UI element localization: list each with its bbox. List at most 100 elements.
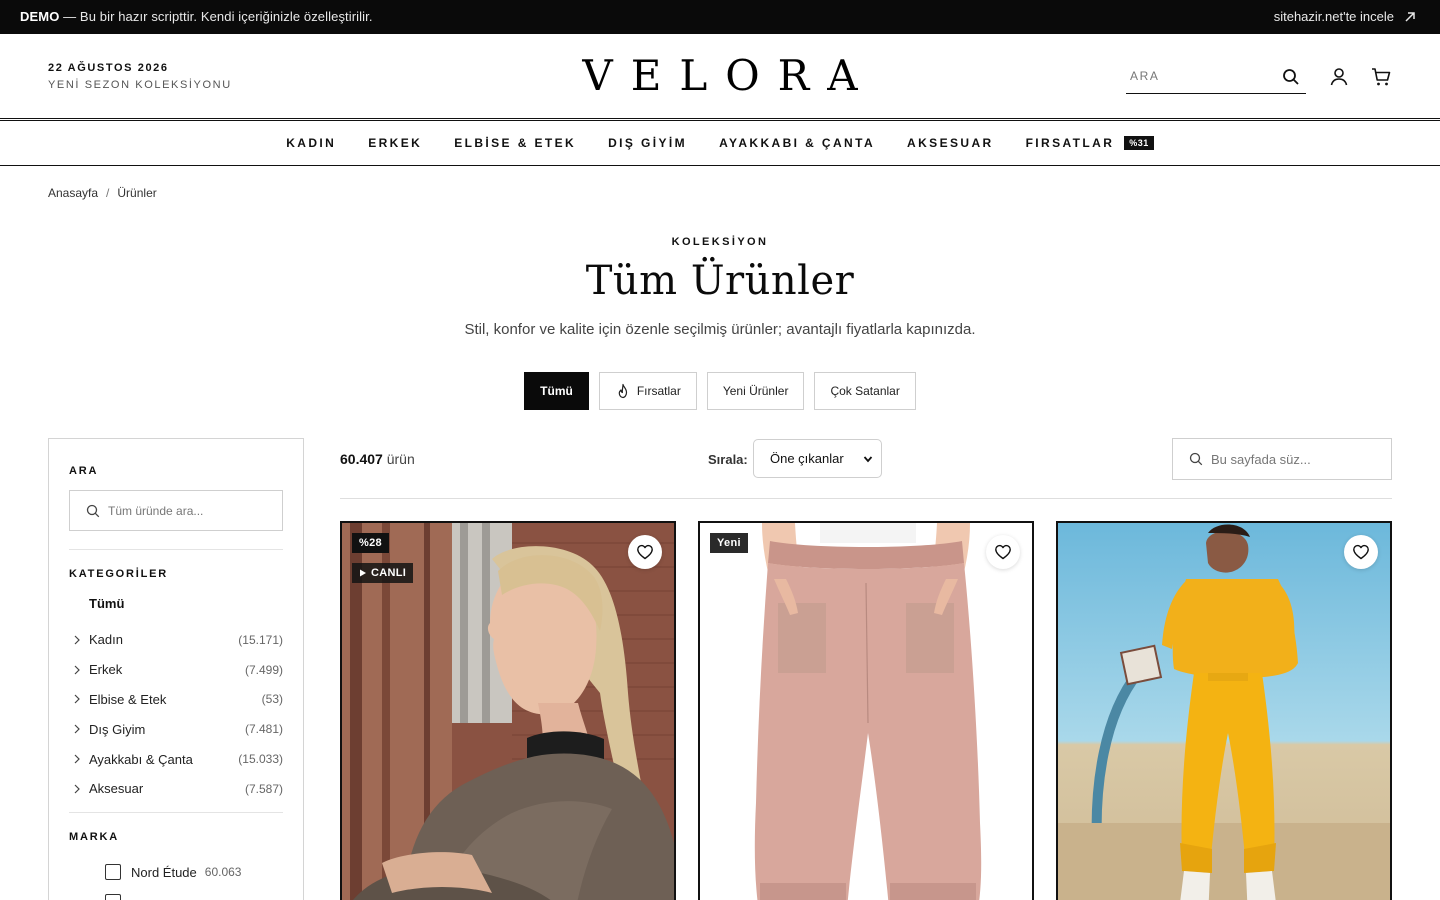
category-item-kadin[interactable]: Kadın (15.171) [69, 625, 283, 655]
brand-checkbox[interactable] [105, 894, 121, 900]
page-subtitle: Stil, konfor ve kalite için özenle seçil… [464, 321, 976, 338]
category-count: (7.499) [244, 662, 283, 677]
heart-icon [637, 544, 653, 560]
brand-list: Nord Étude 60.063 [105, 857, 285, 900]
cart-icon[interactable] [1370, 66, 1392, 88]
tab-label: Tümü [540, 384, 573, 398]
main-nav: KADIN ERKEK ELBİSE & ETEK DIŞ GİYİM AYAK… [0, 121, 1440, 166]
breadcrumb-home[interactable]: Anasayfa [48, 186, 98, 200]
nav-item-kadin[interactable]: KADIN [270, 136, 352, 150]
tab-all[interactable]: Tümü [524, 372, 589, 410]
tab-deals[interactable]: Fırsatlar [598, 372, 697, 410]
search-icon[interactable] [1282, 68, 1300, 86]
brand-item-partial[interactable] [105, 887, 285, 900]
category-count: (53) [261, 692, 283, 707]
chevron-right-icon [74, 665, 80, 675]
chevron-right-icon [74, 724, 80, 734]
page-filter-input[interactable] [1211, 451, 1381, 467]
category-count: (7.587) [244, 781, 283, 796]
result-count-suffix: ürün [386, 451, 415, 467]
live-badge: CANLI [352, 563, 414, 583]
search-icon [1189, 452, 1203, 466]
tab-new[interactable]: Yeni Ürünler [706, 372, 805, 410]
result-count: 60.407 ürün [340, 451, 415, 467]
favorite-button[interactable] [986, 535, 1020, 569]
category-all[interactable]: Tümü [89, 596, 124, 611]
nav-item-dis-giyim[interactable]: DIŞ GİYİM [592, 136, 703, 150]
nav-item-label: FIRSATLAR [1025, 136, 1115, 150]
category-name: Aksesuar [89, 781, 144, 797]
demo-text: — Bu bir hazır scripttir. Kendi içeriğin… [63, 9, 373, 24]
sidebar-search [69, 490, 283, 531]
demo-notice: DEMO — Bu bir hazır scripttir. Kendi içe… [20, 9, 373, 24]
category-item-aksesuar[interactable]: Aksesuar (7.587) [69, 774, 283, 804]
sidebar-search-input[interactable] [108, 503, 278, 518]
nav-item-erkek[interactable]: ERKEK [352, 136, 438, 150]
nav-item-firsatlar[interactable]: FIRSATLAR %31 [1010, 136, 1170, 150]
filter-tabs: Tümü Fırsatlar Yeni Ürünler Çok Satanlar [0, 372, 1440, 410]
discount-badge: %31 [1124, 136, 1154, 150]
tab-best-sellers[interactable]: Çok Satanlar [814, 372, 916, 410]
user-icon[interactable] [1328, 66, 1350, 88]
arrow-up-right-icon [1405, 11, 1415, 22]
nav-item-elbise-etek[interactable]: ELBİSE & ETEK [438, 136, 592, 150]
page-title: Tüm Ürünler [585, 258, 855, 304]
brand-count: 60.063 [204, 865, 242, 879]
brand-checkbox[interactable] [105, 864, 121, 880]
sort-select[interactable]: Öne çıkanlar [753, 439, 882, 478]
sidebar-divider [69, 549, 283, 550]
sidebar-search-title: ARA [69, 465, 99, 477]
site-header: 22 AĞUSTOS 2026 YENİ SEZON KOLEKSİYONU V… [0, 34, 1440, 118]
category-item-ayakkabi-canta[interactable]: Ayakkabı & Çanta (15.033) [69, 744, 283, 774]
category-item-elbise-etek[interactable]: Elbise & Etek (53) [69, 685, 283, 715]
header-search-input[interactable] [1126, 62, 1276, 90]
category-count: (15.033) [238, 752, 283, 767]
new-badge: Yeni [710, 533, 748, 553]
category-name: Erkek [89, 662, 123, 678]
category-count: (15.171) [238, 632, 283, 647]
product-image [700, 523, 1032, 900]
live-badge-label: CANLI [371, 567, 407, 579]
brand-item[interactable]: Nord Étude 60.063 [105, 857, 285, 887]
category-list: Kadın (15.171) Erkek (7.499) Elbise & Et… [69, 625, 283, 804]
breadcrumb-current: Ürünler [117, 186, 157, 200]
brand-title: MARKA [69, 831, 119, 843]
demo-label: DEMO [20, 9, 60, 24]
chevron-down-icon [863, 456, 873, 463]
category-name: Kadın [89, 632, 123, 648]
result-count-value: 60.407 [340, 451, 383, 467]
header-search [1126, 62, 1306, 94]
category-name: Elbise & Etek [89, 691, 167, 707]
heart-icon [995, 544, 1011, 560]
category-item-erkek[interactable]: Erkek (7.499) [69, 655, 283, 685]
product-card[interactable]: Yeni [698, 521, 1034, 900]
product-card[interactable] [1056, 521, 1392, 900]
chevron-right-icon [74, 754, 80, 764]
category-count: (7.481) [244, 722, 283, 737]
product-image [1058, 523, 1390, 900]
favorite-button[interactable] [1344, 535, 1378, 569]
category-name: Ayakkabı & Çanta [89, 751, 193, 767]
tab-label: Çok Satanlar [830, 384, 900, 398]
sidebar-divider [69, 812, 283, 813]
category-name: Dış Giyim [89, 721, 146, 737]
demo-bar: DEMO — Bu bir hazır scripttir. Kendi içe… [0, 0, 1440, 34]
toolbar-divider [340, 498, 1392, 499]
breadcrumb-separator: / [106, 186, 110, 200]
demo-link[interactable]: sitehazir.net'te incele [1274, 9, 1416, 24]
sort-label: Sırala: [708, 452, 748, 467]
chevron-right-icon [74, 635, 80, 645]
play-icon [360, 569, 366, 577]
chevron-right-icon [74, 695, 80, 704]
product-card[interactable]: %28 CANLI [340, 521, 676, 900]
page-filter [1172, 438, 1392, 480]
favorite-button[interactable] [628, 535, 662, 569]
category-item-dis-giyim[interactable]: Dış Giyim (7.481) [69, 714, 283, 744]
nav-item-aksesuar[interactable]: AKSESUAR [891, 136, 1010, 150]
heart-icon [1353, 544, 1369, 560]
chevron-right-icon [74, 784, 80, 794]
tab-label: Fırsatlar [636, 384, 681, 398]
categories-title: KATEGORİLER [69, 568, 169, 580]
nav-item-ayakkabi-canta[interactable]: AYAKKABI & ÇANTA [703, 136, 891, 150]
sort-value: Öne çıkanlar [770, 451, 844, 466]
